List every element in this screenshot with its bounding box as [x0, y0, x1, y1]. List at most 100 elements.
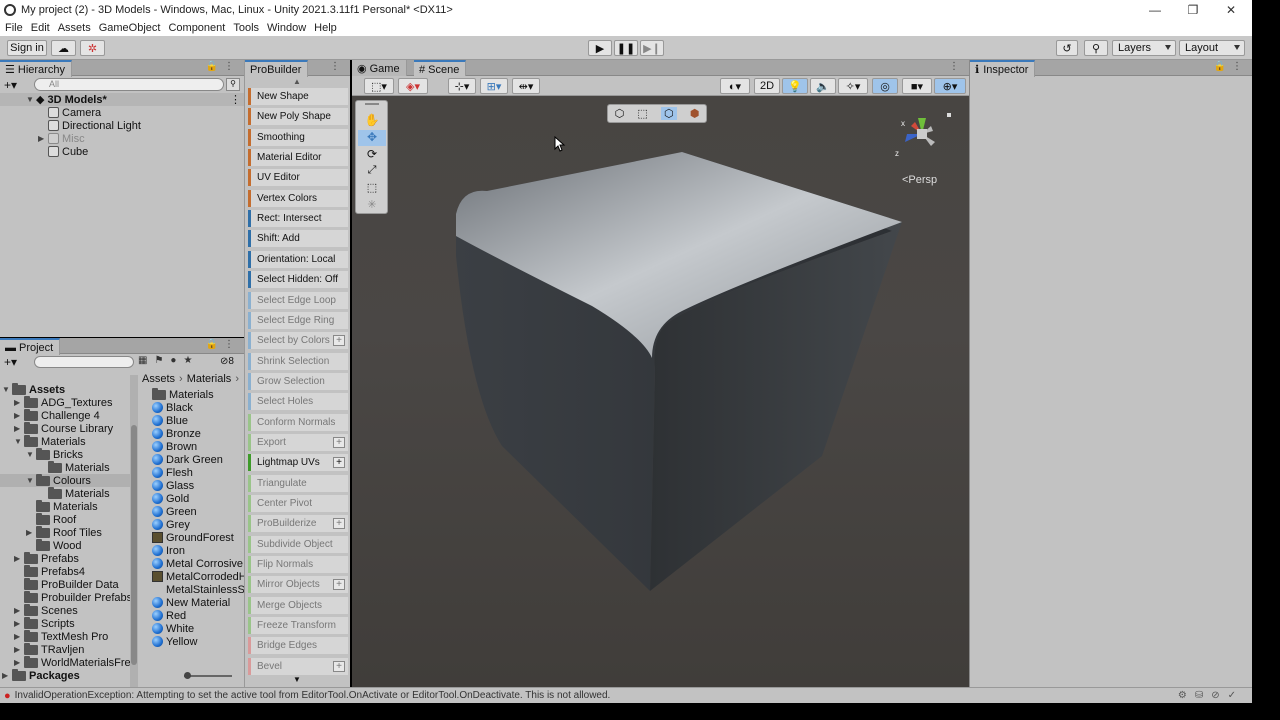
layers-dropdown[interactable]: Layers	[1112, 40, 1176, 56]
expand-arrow-icon[interactable]: ▼	[26, 476, 36, 485]
expand-arrow-icon[interactable]: ▶	[14, 645, 24, 654]
tab-inspector[interactable]: ℹ Inspector	[970, 60, 1036, 77]
expand-arrow-icon[interactable]: ▶	[14, 424, 24, 433]
search-icon[interactable]: ⚲	[1084, 40, 1108, 56]
probuilder-action-button[interactable]: Lightmap UVs +	[248, 454, 348, 472]
scrollbar-thumb[interactable]	[131, 425, 137, 665]
hidden-count-badge[interactable]: ⊘8	[220, 356, 234, 367]
menu-tools[interactable]: Tools	[233, 22, 259, 34]
project-file-item[interactable]: Gold	[152, 492, 189, 505]
menu-assets[interactable]: Assets	[58, 22, 91, 34]
probuilder-action-button[interactable]: Shift: Add	[248, 230, 348, 248]
probuilder-action-button[interactable]: Bridge Edges	[248, 637, 348, 655]
zoom-slider[interactable]	[184, 672, 232, 679]
options-plus-icon[interactable]: +	[333, 457, 345, 469]
sign-in-button[interactable]: Sign in	[7, 40, 47, 56]
project-tree-item[interactable]: ▶ Packages	[2, 668, 80, 682]
tab-scene[interactable]: # Scene	[414, 60, 467, 77]
tree-scrollbar[interactable]	[130, 375, 138, 687]
probuilder-action-button[interactable]: Select Edge Loop	[248, 291, 348, 309]
panel-menu-icon[interactable]: 🔒⋮	[206, 339, 240, 350]
project-file-item[interactable]: Materials	[152, 388, 214, 401]
project-file-item[interactable]: Bronze	[152, 427, 201, 440]
render-mode-icon[interactable]: ◈▾	[398, 78, 428, 94]
breadcrumb-materials[interactable]: Materials	[187, 373, 232, 385]
expand-arrow-icon[interactable]: ▶	[14, 398, 24, 407]
project-tree-item[interactable]: Materials	[26, 499, 98, 513]
probuilder-action-button[interactable]: Center Pivot	[248, 495, 348, 512]
pause-button[interactable]: ❚❚	[614, 40, 638, 56]
project-tree-item[interactable]: ▶ Scripts	[14, 616, 75, 630]
hierarchy-item-directional-light[interactable]: Directional Light	[48, 119, 141, 132]
project-tree-item[interactable]: Wood	[26, 538, 82, 552]
tab-game[interactable]: ◉ Game	[352, 60, 407, 77]
orientation-gizmo-icon[interactable]: x z	[887, 104, 957, 166]
menu-edit[interactable]: Edit	[31, 22, 50, 34]
probuilder-action-button[interactable]: Grow Selection	[248, 372, 348, 390]
visibility-icon[interactable]: ◎	[872, 78, 898, 94]
options-plus-icon[interactable]: +	[333, 660, 345, 672]
probuilder-action-button[interactable]: New Poly Shape	[248, 108, 348, 126]
history-icon[interactable]: ↺	[1056, 40, 1078, 56]
expand-arrow-icon[interactable]: ▶	[14, 632, 24, 641]
project-tree-item[interactable]: ▼ Bricks	[26, 447, 83, 461]
persp-label[interactable]: <Persp	[902, 174, 937, 186]
gizmos-icon[interactable]: ⊕▾	[934, 78, 966, 94]
panel-menu-icon[interactable]: ⋮	[949, 61, 965, 72]
tab-project[interactable]: ▬ Project	[0, 338, 61, 355]
project-tree-item[interactable]: ▶ TRavljen	[14, 642, 84, 656]
project-tree-item[interactable]: Prefabs4	[14, 564, 85, 578]
expand-arrow-icon[interactable]: ▶	[26, 528, 36, 537]
menu-help[interactable]: Help	[314, 22, 337, 34]
project-file-item[interactable]: Dark Green	[152, 453, 223, 466]
status-message[interactable]: InvalidOperationException: Attempting to…	[15, 690, 611, 701]
project-tree-item[interactable]: Materials	[38, 460, 110, 474]
probuilder-action-button[interactable]: Rect: Intersect	[248, 210, 348, 228]
project-tree-item[interactable]: ▶ Challenge 4	[14, 408, 100, 422]
project-file-item[interactable]: Iron	[152, 544, 185, 557]
orbit-icon[interactable]: ◐▾	[720, 78, 750, 94]
collab-icon[interactable]: ✲	[80, 40, 105, 56]
grid-snap-icon[interactable]: ⊞▾	[480, 78, 508, 94]
add-icon[interactable]: +▾	[4, 355, 17, 369]
probuilder-action-button[interactable]: Select by Colors +	[248, 332, 348, 350]
close-button[interactable]: ✕	[1212, 0, 1250, 19]
add-icon[interactable]: +▾	[4, 78, 17, 92]
project-file-item[interactable]: Blue	[152, 414, 188, 427]
project-tree-item[interactable]: ▶ ADG_Textures	[14, 395, 113, 409]
project-tree-item[interactable]: ▶ Scenes	[14, 603, 78, 617]
maximize-button[interactable]: ❐	[1174, 0, 1212, 19]
scene-row[interactable]: ▼ ◆ 3D Models*	[26, 93, 107, 107]
project-file-item[interactable]: Glass	[152, 479, 194, 492]
audio-icon[interactable]: 🔈	[810, 78, 836, 94]
menu-gameobject[interactable]: GameObject	[99, 22, 161, 34]
probuilder-action-button[interactable]: Vertex Colors	[248, 189, 348, 207]
project-file-item[interactable]: White	[152, 622, 194, 635]
project-file-item[interactable]: Green	[152, 505, 197, 518]
probuilder-action-button[interactable]: Freeze Transform	[248, 617, 348, 635]
draw-mode-icon[interactable]: ⬚▾	[364, 78, 394, 94]
expand-arrow-icon[interactable]: ▶	[14, 411, 24, 420]
probuilder-action-button[interactable]: Smoothing	[248, 128, 348, 146]
expand-arrow-icon[interactable]: ▶	[2, 671, 12, 680]
expand-arrow-icon[interactable]: ▼	[14, 437, 24, 446]
camera-icon[interactable]: ■▾	[902, 78, 932, 94]
hierarchy-item-misc[interactable]: ▶ Misc	[38, 132, 85, 145]
probuilder-action-button[interactable]: Triangulate	[248, 474, 348, 492]
project-tree-item[interactable]: Materials	[38, 486, 110, 500]
search-filter-icon[interactable]: ⚲	[226, 78, 240, 91]
expand-arrow-icon[interactable]: ▶	[38, 134, 48, 143]
project-file-item[interactable]: Black	[152, 401, 193, 414]
expand-arrow-icon[interactable]: ▶	[14, 606, 24, 615]
project-file-item[interactable]: Brown	[152, 440, 197, 453]
pivot-icon[interactable]: ⊹▾	[448, 78, 476, 94]
probuilder-action-button[interactable]: Conform Normals	[248, 413, 348, 431]
project-file-item[interactable]: Red	[152, 609, 186, 622]
project-tree-item[interactable]: ProBuilder Data	[14, 577, 119, 591]
filter-icons[interactable]: ▦⚑●★	[138, 355, 199, 366]
probuilder-action-button[interactable]: Select Hidden: Off	[248, 271, 348, 289]
probuilder-action-button[interactable]: Merge Objects	[248, 596, 348, 614]
probuilder-action-button[interactable]: Export +	[248, 433, 348, 451]
cloud-icon[interactable]: ☁	[51, 40, 76, 56]
probuilder-action-button[interactable]: Select Edge Ring	[248, 311, 348, 329]
